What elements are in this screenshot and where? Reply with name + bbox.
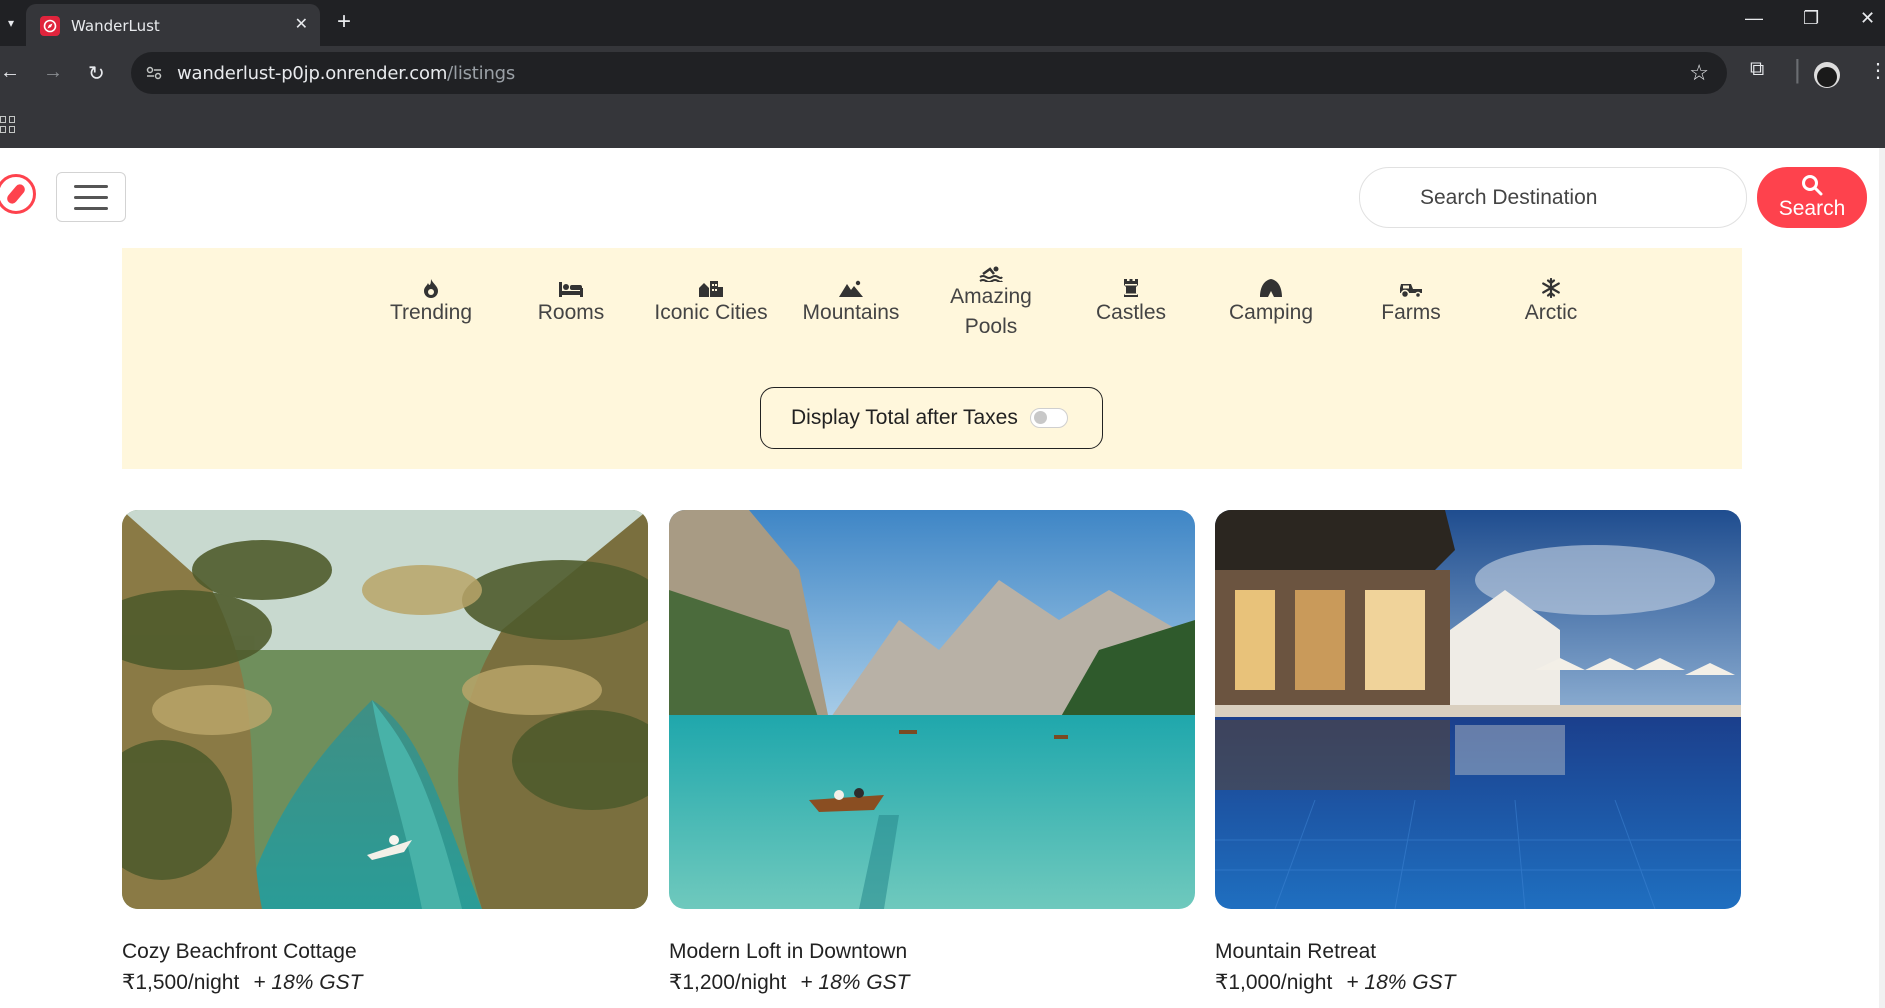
filter-trending[interactable]: Trending bbox=[371, 268, 491, 328]
minimize-icon[interactable]: — bbox=[1745, 8, 1763, 29]
profile-avatar[interactable] bbox=[1814, 62, 1840, 88]
tractor-icon bbox=[1351, 268, 1471, 298]
mountain-icon bbox=[791, 268, 911, 298]
filter-mountains[interactable]: Mountains bbox=[791, 268, 911, 328]
search-button-label: Search bbox=[1778, 197, 1846, 220]
window-close-icon[interactable]: ✕ bbox=[1860, 8, 1875, 29]
listing-card-mountain-retreat[interactable]: Mountain Retreat ₹1,000/night + 18% GST bbox=[1215, 510, 1741, 994]
filter-label: Amazing Pools bbox=[950, 285, 1032, 338]
price-value: ₹1,000/night bbox=[1215, 971, 1333, 994]
price-value: ₹1,200/night bbox=[669, 971, 787, 994]
listing-image-mountain-lake[interactable] bbox=[669, 510, 1195, 909]
browser-tab[interactable]: WanderLust ✕ bbox=[26, 4, 320, 46]
price-value: ₹1,500/night bbox=[122, 971, 240, 994]
toolbar-divider: | bbox=[1794, 54, 1801, 84]
compass-favicon-icon bbox=[40, 16, 60, 36]
bookmark-star-icon[interactable]: ☆ bbox=[1689, 60, 1709, 86]
listing-card-modern-loft[interactable]: Modern Loft in Downtown ₹1,200/night + 18… bbox=[669, 510, 1195, 994]
page-scrollbar[interactable] bbox=[1879, 148, 1885, 1008]
gst-note: + 18% GST bbox=[253, 971, 363, 994]
filter-castles[interactable]: Castles bbox=[1071, 268, 1191, 328]
filter-label: Mountains bbox=[802, 301, 900, 324]
listing-title: Cozy Beachfront Cottage bbox=[122, 940, 357, 963]
listing-price: ₹1,500/night + 18% GST bbox=[122, 970, 362, 995]
snowflake-icon bbox=[1491, 268, 1611, 298]
listing-title: Modern Loft in Downtown bbox=[669, 940, 908, 963]
browser-toolbar: ← → ↻ wanderlust-p0jp.onrender.com/listi… bbox=[0, 46, 1885, 102]
apps-grid-icon[interactable] bbox=[0, 116, 16, 134]
filter-arctic[interactable]: Arctic bbox=[1491, 268, 1611, 328]
tax-switch[interactable] bbox=[1029, 408, 1068, 428]
filter-farms[interactable]: Farms bbox=[1351, 268, 1471, 328]
listing-image-resort-pool[interactable] bbox=[1215, 510, 1741, 909]
search-button[interactable]: Search bbox=[1757, 167, 1867, 228]
filter-rooms[interactable]: Rooms bbox=[511, 268, 631, 328]
filter-label: Camping bbox=[1228, 301, 1314, 324]
castle-icon bbox=[1071, 268, 1191, 298]
tent-icon bbox=[1211, 268, 1331, 298]
page-content: Search Trending Rooms Iconic Cities Moun… bbox=[0, 148, 1885, 1008]
filter-label: Arctic bbox=[1524, 301, 1578, 324]
url-text: wanderlust-p0jp.onrender.com/listings bbox=[177, 63, 515, 84]
search-destination-input[interactable] bbox=[1359, 167, 1747, 228]
filter-label: Castles bbox=[1095, 301, 1167, 324]
site-info-icon[interactable] bbox=[143, 62, 165, 84]
filter-label: Iconic Cities bbox=[654, 301, 768, 324]
menu-toggle-button[interactable] bbox=[56, 172, 126, 222]
listing-price: ₹1,000/night + 18% GST bbox=[1215, 970, 1455, 995]
tax-toggle-label: Display Total after Taxes bbox=[791, 406, 1018, 429]
browser-tab-bar: ▾ WanderLust ✕ + — ❐ ✕ bbox=[0, 0, 1885, 46]
filter-bar: Trending Rooms Iconic Cities Mountains A… bbox=[122, 248, 1742, 469]
url-path: /listings bbox=[447, 63, 516, 84]
back-arrow-icon[interactable]: ← bbox=[0, 61, 20, 84]
search-icon bbox=[1802, 175, 1823, 196]
listing-image-tropical-lagoon[interactable] bbox=[122, 510, 648, 909]
tax-toggle[interactable]: Display Total after Taxes bbox=[760, 387, 1103, 449]
filter-label: Rooms bbox=[537, 301, 605, 324]
url-host: wanderlust-p0jp.onrender.com bbox=[177, 63, 448, 84]
forward-arrow-icon[interactable]: → bbox=[43, 61, 63, 84]
gst-note: + 18% GST bbox=[1346, 971, 1456, 994]
pool-icon bbox=[931, 260, 1051, 282]
extensions-icon[interactable]: ⧉ bbox=[1750, 58, 1764, 81]
tab-close-icon[interactable]: ✕ bbox=[295, 14, 308, 34]
tab-search-chevron-icon[interactable]: ▾ bbox=[0, 10, 22, 36]
bookmarks-bar bbox=[0, 102, 1885, 148]
filter-label: Farms bbox=[1381, 301, 1441, 324]
bed-icon bbox=[511, 268, 631, 298]
filter-amazing-pools[interactable]: Amazing Pools bbox=[931, 260, 1051, 342]
new-tab-icon[interactable]: + bbox=[337, 8, 351, 36]
listing-price: ₹1,200/night + 18% GST bbox=[669, 970, 909, 995]
tab-title: WanderLust bbox=[71, 17, 160, 35]
compass-logo-icon[interactable] bbox=[0, 174, 36, 214]
filter-iconic-cities[interactable]: Iconic Cities bbox=[651, 268, 771, 328]
filter-camping[interactable]: Camping bbox=[1211, 268, 1331, 328]
gst-note: + 18% GST bbox=[800, 971, 910, 994]
filter-label: Trending bbox=[389, 301, 473, 324]
listing-title: Mountain Retreat bbox=[1215, 940, 1377, 963]
fire-icon bbox=[371, 268, 491, 298]
reload-icon[interactable]: ↻ bbox=[88, 61, 105, 86]
listing-card-beachfront-cottage[interactable]: Cozy Beachfront Cottage ₹1,500/night + 18… bbox=[122, 510, 648, 994]
city-icon bbox=[651, 268, 771, 298]
restore-icon[interactable]: ❐ bbox=[1803, 8, 1819, 29]
address-bar[interactable]: wanderlust-p0jp.onrender.com/listings ☆ bbox=[131, 52, 1727, 94]
browser-menu-icon[interactable]: ⋮ bbox=[1868, 58, 1885, 83]
